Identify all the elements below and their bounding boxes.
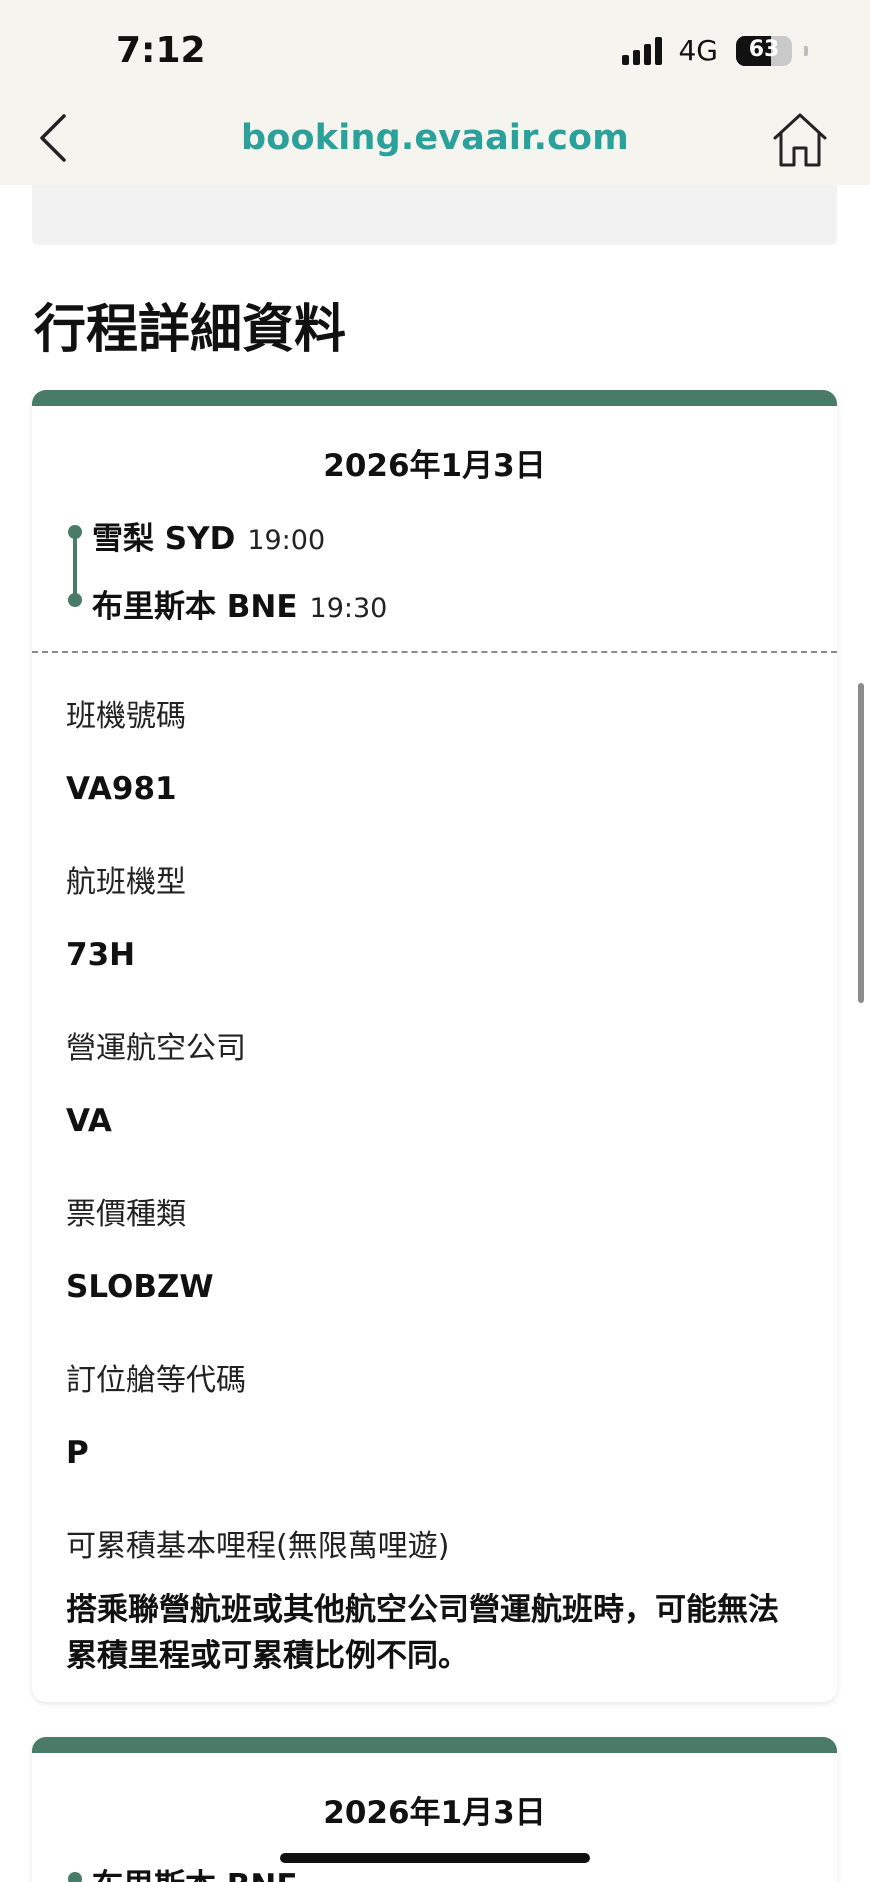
- url-bar[interactable]: booking.evaair.com: [0, 118, 870, 158]
- status-time: 7:12: [116, 30, 206, 71]
- mileage-label: 可累積基本哩程(無限萬哩遊): [66, 1529, 450, 1564]
- top-gray-strip: [32, 185, 837, 245]
- departure-city: 雪梨 SYD: [92, 521, 236, 557]
- booking-class-label: 訂位艙等代碼: [66, 1363, 246, 1398]
- route-timeline: 布里斯本 BNE: [66, 1864, 837, 1882]
- arrival-dot: [68, 593, 82, 607]
- scrollbar[interactable]: [858, 683, 864, 1003]
- departure-city: 布里斯本 BNE: [92, 1860, 298, 1882]
- departure-time: 19:00: [247, 525, 326, 556]
- flight-details: 班機號碼 VA981 航班機型 73H 營運航空公司 VA 票價種類 SLOBZ…: [32, 653, 837, 1702]
- departure-dot: [68, 525, 82, 539]
- booking-class-value: P: [66, 1435, 89, 1471]
- arrival-city: 布里斯本 BNE: [92, 589, 298, 625]
- mileage-note: 搭乘聯營航班或其他航空公司營運航班時，可能無法累積里程或可累積比例不同。: [66, 1592, 779, 1674]
- segment-date: 2026年1月3日: [323, 1795, 546, 1831]
- network-type: 4G: [678, 34, 718, 67]
- home-indicator[interactable]: [280, 1853, 590, 1863]
- route-line: [73, 531, 77, 599]
- battery-level: 63: [748, 36, 780, 62]
- signal-icon: [622, 36, 663, 65]
- flight-number-label: 班機號碼: [66, 699, 186, 734]
- browser-chrome: 7:12 4G 63 booking.evaair.com: [0, 0, 870, 185]
- fare-basis-value: SLOBZW: [66, 1269, 214, 1305]
- operating-carrier-value: VA: [66, 1103, 112, 1139]
- battery-tip: [804, 45, 808, 56]
- arrival-time: 19:30: [309, 593, 388, 624]
- fare-basis-label: 票價種類: [66, 1197, 186, 1232]
- section-title: 行程詳細資料: [34, 300, 347, 360]
- flight-segment-card: 2026年1月3日 雪梨 SYD 19:00 布里斯本 BNE 19:30 班機…: [32, 390, 837, 1702]
- route-timeline: 雪梨 SYD 19:00 布里斯本 BNE 19:30: [66, 517, 837, 627]
- aircraft-type-label: 航班機型: [66, 865, 186, 900]
- home-icon[interactable]: [770, 110, 830, 170]
- departure-stop: 布里斯本 BNE: [92, 1860, 298, 1882]
- battery-icon: 63: [736, 35, 792, 66]
- card-header-band: [32, 1737, 837, 1753]
- departure-stop: 雪梨 SYD 19:00: [92, 513, 325, 558]
- segment-date: 2026年1月3日: [323, 448, 546, 484]
- departure-dot: [68, 1872, 82, 1882]
- page-content: 行程詳細資料 2026年1月3日 雪梨 SYD 19:00 布里斯本 BNE 1…: [0, 185, 870, 1882]
- flight-number-value: VA981: [66, 771, 177, 807]
- arrival-stop: 布里斯本 BNE 19:30: [92, 581, 387, 626]
- card-header-band: [32, 390, 837, 406]
- operating-carrier-label: 營運航空公司: [66, 1031, 246, 1066]
- aircraft-type-value: 73H: [66, 937, 136, 973]
- status-indicators: 4G 63: [622, 34, 808, 67]
